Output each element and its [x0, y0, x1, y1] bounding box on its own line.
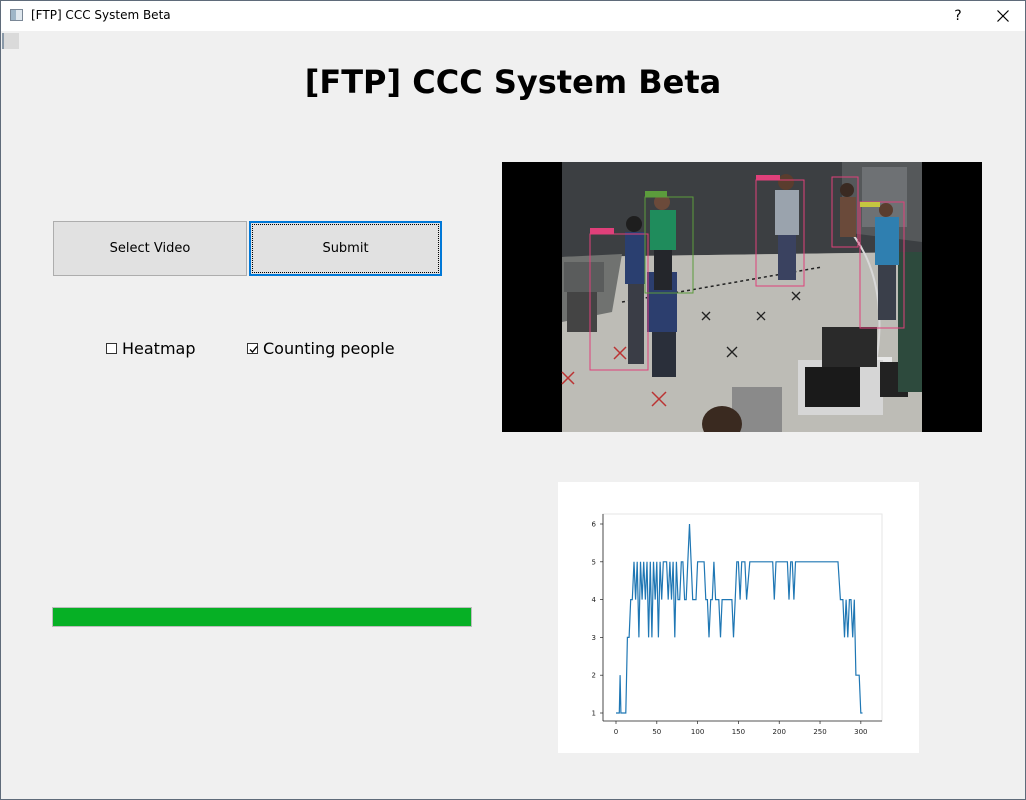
- toolbar-handle[interactable]: [2, 33, 19, 49]
- close-button[interactable]: [980, 1, 1026, 31]
- video-frame: [502, 162, 982, 432]
- counting-people-checkbox[interactable]: Counting people: [247, 338, 395, 358]
- submit-button-label: Submit: [322, 241, 369, 256]
- x-tick-label: 250: [813, 728, 826, 736]
- y-tick-label: 3: [592, 634, 596, 642]
- x-tick-label: 50: [652, 728, 661, 736]
- chart-canvas: 0 50 100 150 200 250 300 1 2 3 4 5 6: [592, 513, 883, 736]
- heatmap-checkbox-label: Heatmap: [122, 338, 196, 358]
- window-title: [FTP] CCC System Beta: [31, 8, 171, 22]
- close-icon: [997, 10, 1009, 22]
- submit-button[interactable]: Submit: [249, 221, 442, 276]
- progress-bar-fill: [53, 608, 471, 626]
- plot-area: [602, 513, 883, 722]
- app-icon: [10, 9, 23, 21]
- counting-people-checkbox-box[interactable]: [247, 342, 258, 354]
- app-window: [FTP] CCC System Beta ? [FTP] CCC System…: [0, 0, 1026, 800]
- y-tick-label: 1: [592, 710, 596, 718]
- y-tick-label: 6: [592, 521, 597, 529]
- y-tick-label: 5: [592, 558, 596, 566]
- x-tick-label: 0: [614, 728, 618, 736]
- checkmark-icon: [249, 345, 258, 353]
- heatmap-checkbox-box[interactable]: [106, 342, 117, 354]
- select-video-button[interactable]: Select Video: [53, 221, 247, 276]
- x-tick-label: 300: [854, 728, 867, 736]
- counting-people-checkbox-label: Counting people: [263, 338, 395, 358]
- people-count-chart: 0 50 100 150 200 250 300 1 2 3 4 5 6: [558, 482, 919, 753]
- x-tick-label: 200: [773, 728, 786, 736]
- page-title: [FTP] CCC System Beta: [304, 63, 722, 101]
- y-tick-label: 4: [592, 596, 597, 604]
- title-bar[interactable]: [FTP] CCC System Beta ?: [1, 1, 1025, 31]
- x-tick-label: 100: [691, 728, 704, 736]
- heatmap-checkbox[interactable]: Heatmap: [106, 338, 196, 358]
- progress-bar: [52, 607, 472, 627]
- y-tick-label: 2: [592, 672, 596, 680]
- x-tick-label: 150: [732, 728, 745, 736]
- help-button[interactable]: ?: [935, 1, 981, 31]
